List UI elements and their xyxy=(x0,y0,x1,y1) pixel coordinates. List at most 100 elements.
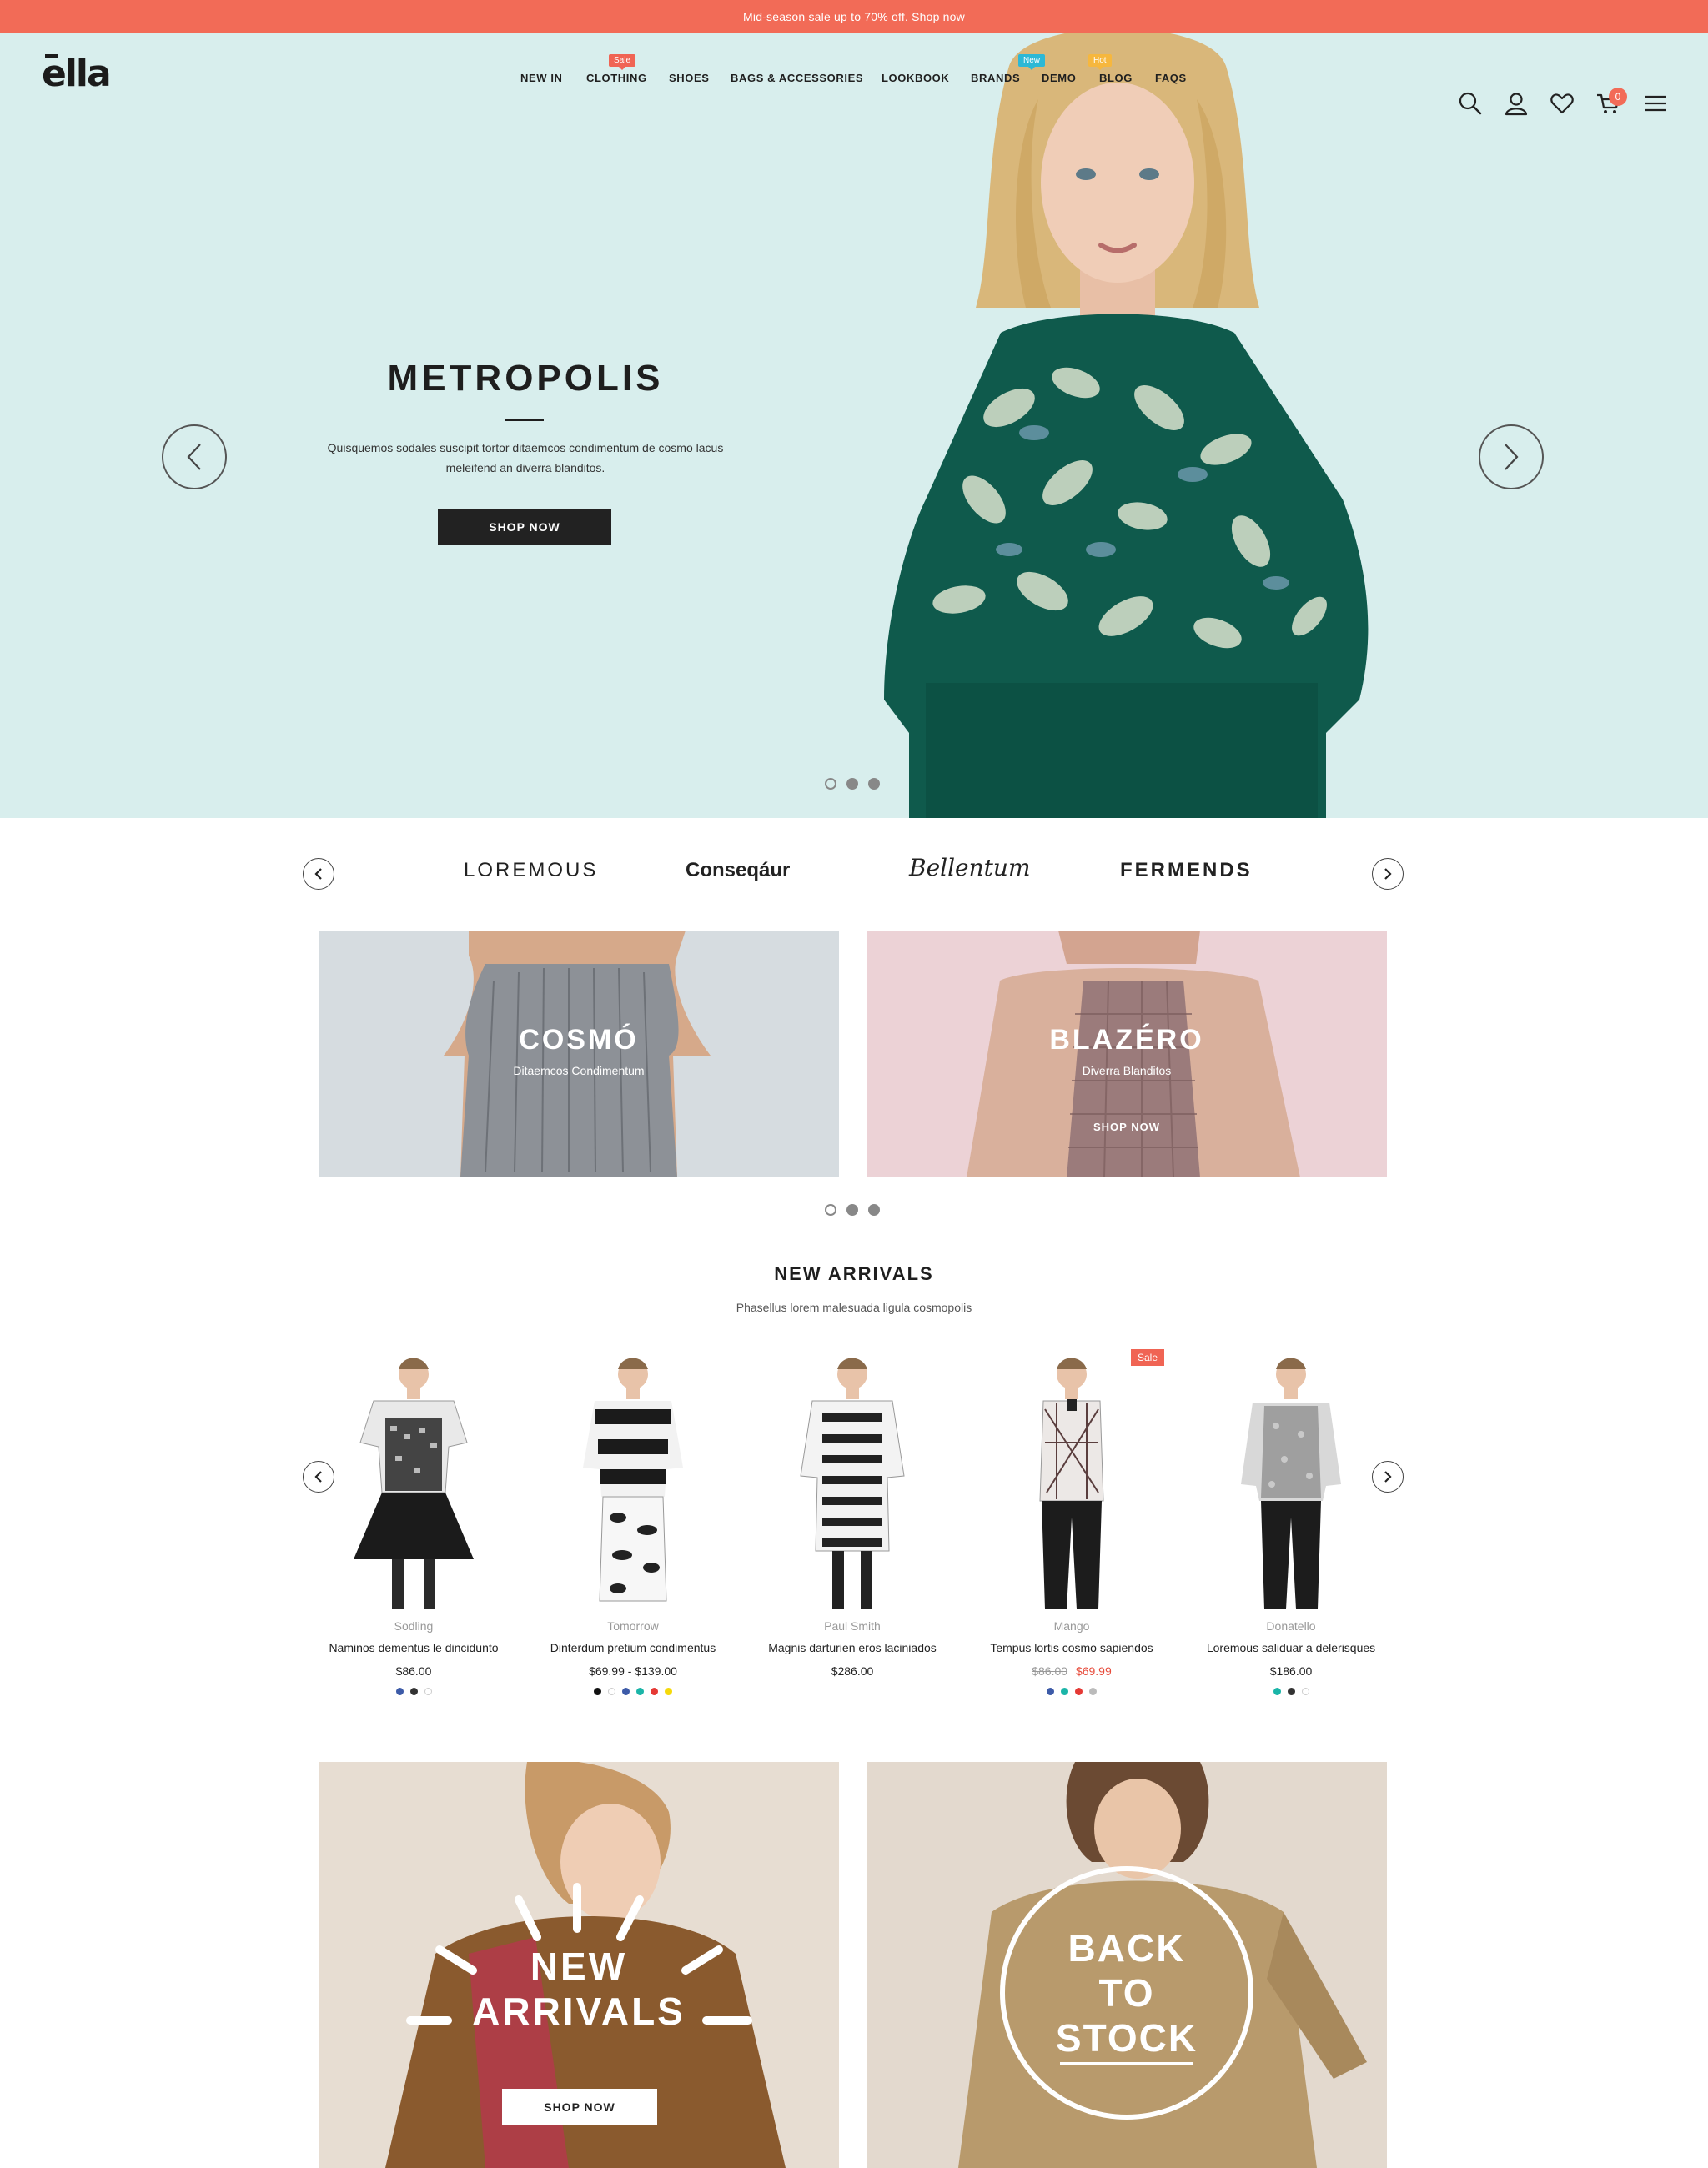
swatch[interactable] xyxy=(1273,1688,1281,1695)
nav-badge-hot: Hot xyxy=(1088,54,1112,70)
product-image xyxy=(583,1358,683,1602)
account-icon[interactable] xyxy=(1504,91,1529,116)
brand-logo-bellentum[interactable]: Bellentum xyxy=(909,854,1031,881)
color-swatches xyxy=(973,1688,1170,1695)
nav-item-blog[interactable]: BLOG xyxy=(1099,72,1133,84)
product-price: $86.00 $69.99 xyxy=(973,1664,1170,1678)
product-price: $186.00 xyxy=(1269,1664,1313,1678)
hero-prev-arrow[interactable] xyxy=(162,424,227,489)
announcement-bar[interactable]: Mid-season sale up to 70% off. Shop now xyxy=(0,0,1708,33)
section-subtitle: Phasellus lorem malesuada ligula cosmopo… xyxy=(736,1301,972,1314)
product-vendor[interactable]: Donatello xyxy=(1193,1619,1389,1633)
swatch[interactable] xyxy=(395,1688,404,1695)
chevron-right-icon xyxy=(1384,868,1392,880)
product-vendor[interactable]: Tomorrow xyxy=(535,1619,731,1633)
product-vendor[interactable]: Sodling xyxy=(315,1619,512,1633)
main-header: ella NEW IN Sale CLOTHING SHOES BAGS & A… xyxy=(0,33,1708,124)
hero-model-image xyxy=(884,33,1369,818)
brand-logo-consequar[interactable]: Conseqáur xyxy=(686,859,790,882)
product-vendor[interactable]: Paul Smith xyxy=(754,1619,951,1633)
menu-hamburger-icon[interactable] xyxy=(1643,91,1668,116)
slide-dot-2[interactable] xyxy=(846,778,858,790)
swatch[interactable] xyxy=(594,1688,601,1695)
slide-dot-1[interactable] xyxy=(825,1204,836,1216)
slide-dot-3[interactable] xyxy=(868,1204,880,1216)
promo-title-line-3: STOCK xyxy=(1055,2016,1198,2060)
product-title[interactable]: Naminos dementus le dincidunto xyxy=(305,1641,522,1654)
banner-slide-dots xyxy=(825,1204,880,1216)
swatch[interactable] xyxy=(608,1688,615,1695)
promo-title-line-2: ARRIVALS xyxy=(472,1990,686,2033)
swatch[interactable] xyxy=(665,1688,672,1695)
swatch[interactable] xyxy=(1089,1688,1097,1695)
product-image xyxy=(354,1358,474,1609)
swatch[interactable] xyxy=(1061,1688,1068,1695)
hero-slide-dots xyxy=(825,778,880,790)
product-card[interactable]: Paul Smith Magnis darturien eros lacinia… xyxy=(754,1351,951,1701)
site-logo[interactable]: ella xyxy=(42,53,112,95)
nav-item-bags-accessories[interactable]: BAGS & ACCESSORIES xyxy=(731,72,863,84)
nav-item-brands[interactable]: BRANDS xyxy=(971,72,1020,84)
banner-subtitle: Diverra Blanditos xyxy=(1082,1064,1172,1077)
brand-logo-fermends[interactable]: FERMENDS xyxy=(1120,859,1253,882)
announcement-text[interactable]: Mid-season sale up to 70% off. Shop now xyxy=(743,10,965,23)
swatch[interactable] xyxy=(1047,1688,1054,1695)
chevron-left-icon xyxy=(187,444,201,470)
product-image xyxy=(1039,1358,1104,1609)
search-icon[interactable] xyxy=(1458,91,1483,116)
product-title[interactable]: Loremous saliduar a delerisques xyxy=(1183,1641,1399,1654)
color-swatches xyxy=(315,1688,512,1695)
product-vendor[interactable]: Mango xyxy=(973,1619,1170,1633)
nav-item-lookbook[interactable]: LOOKBOOK xyxy=(882,72,949,84)
swatch[interactable] xyxy=(651,1688,658,1695)
color-swatches xyxy=(535,1688,731,1695)
product-card[interactable]: Donatello Loremous saliduar a delerisque… xyxy=(1193,1351,1389,1701)
nav-item-demo[interactable]: DEMO xyxy=(1042,72,1076,84)
product-title[interactable]: Magnis darturien eros laciniados xyxy=(744,1641,961,1654)
color-swatches xyxy=(1193,1688,1389,1695)
product-price: $69.99 - $139.00 xyxy=(589,1664,677,1678)
product-card[interactable]: Tomorrow Dinterdum pretium condimentus $… xyxy=(535,1351,731,1701)
swatch[interactable] xyxy=(424,1688,432,1695)
brands-next-arrow[interactable] xyxy=(1372,858,1404,890)
category-banner-blazero[interactable]: BLAZÉRO Diverra Blanditos SHOP NOW xyxy=(867,931,1387,1177)
product-title[interactable]: Tempus lortis cosmo sapiendos xyxy=(963,1641,1180,1654)
hero-shop-now-button[interactable]: SHOP NOW xyxy=(438,509,611,545)
product-image xyxy=(800,1358,905,1609)
nav-item-clothing[interactable]: CLOTHING xyxy=(586,72,647,84)
product-card[interactable]: Sodling Naminos dementus le dincidunto $… xyxy=(315,1351,512,1701)
promo-banner-back-to-stock[interactable]: BACK TO STOCK xyxy=(867,1762,1387,2168)
product-title[interactable]: Dinterdum pretium condimentus xyxy=(525,1641,741,1654)
brands-prev-arrow[interactable] xyxy=(303,858,334,890)
wishlist-heart-icon[interactable] xyxy=(1550,91,1575,116)
nav-item-faqs[interactable]: FAQS xyxy=(1155,72,1187,84)
promo-shop-now-button[interactable]: SHOP NOW xyxy=(502,2089,657,2125)
product-price: $86.00 xyxy=(395,1664,432,1678)
slide-dot-3[interactable] xyxy=(868,778,880,790)
nav-badge-new: New xyxy=(1018,54,1046,70)
nav-badge-sale: Sale xyxy=(609,54,636,70)
promo-banner-new-arrivals[interactable]: NEW ARRIVALS SHOP NOW xyxy=(319,1762,839,2168)
slide-dot-2[interactable] xyxy=(846,1204,858,1216)
swatch[interactable] xyxy=(1075,1688,1083,1695)
swatch[interactable] xyxy=(1287,1688,1295,1695)
banner-title: COSMÓ xyxy=(519,1024,639,1056)
banner-subtitle: Ditaemcos Condimentum xyxy=(513,1064,645,1077)
section-title-new-arrivals: NEW ARRIVALS xyxy=(774,1263,934,1284)
brand-logo-loremous[interactable]: LOREMOUS xyxy=(464,859,598,882)
product-price: $286.00 xyxy=(831,1664,874,1678)
category-banner-cosmo[interactable]: COSMÓ Ditaemcos Condimentum xyxy=(319,931,839,1177)
banner-shop-now-link[interactable]: SHOP NOW xyxy=(867,1121,1387,1133)
swatch[interactable] xyxy=(622,1688,630,1695)
nav-item-new-in[interactable]: NEW IN xyxy=(520,72,563,84)
product-card[interactable]: Mango Tempus lortis cosmo sapiendos $86.… xyxy=(973,1351,1170,1701)
swatch[interactable] xyxy=(409,1688,418,1695)
slide-dot-1[interactable] xyxy=(825,778,836,790)
chevron-right-icon xyxy=(1505,444,1519,470)
swatch[interactable] xyxy=(636,1688,644,1695)
nav-item-shoes[interactable]: SHOES xyxy=(669,72,710,84)
banner-title: BLAZÉRO xyxy=(1049,1024,1204,1056)
cart-count-badge: 0 xyxy=(1609,88,1627,106)
swatch[interactable] xyxy=(1301,1688,1309,1695)
hero-next-arrow[interactable] xyxy=(1479,424,1544,489)
